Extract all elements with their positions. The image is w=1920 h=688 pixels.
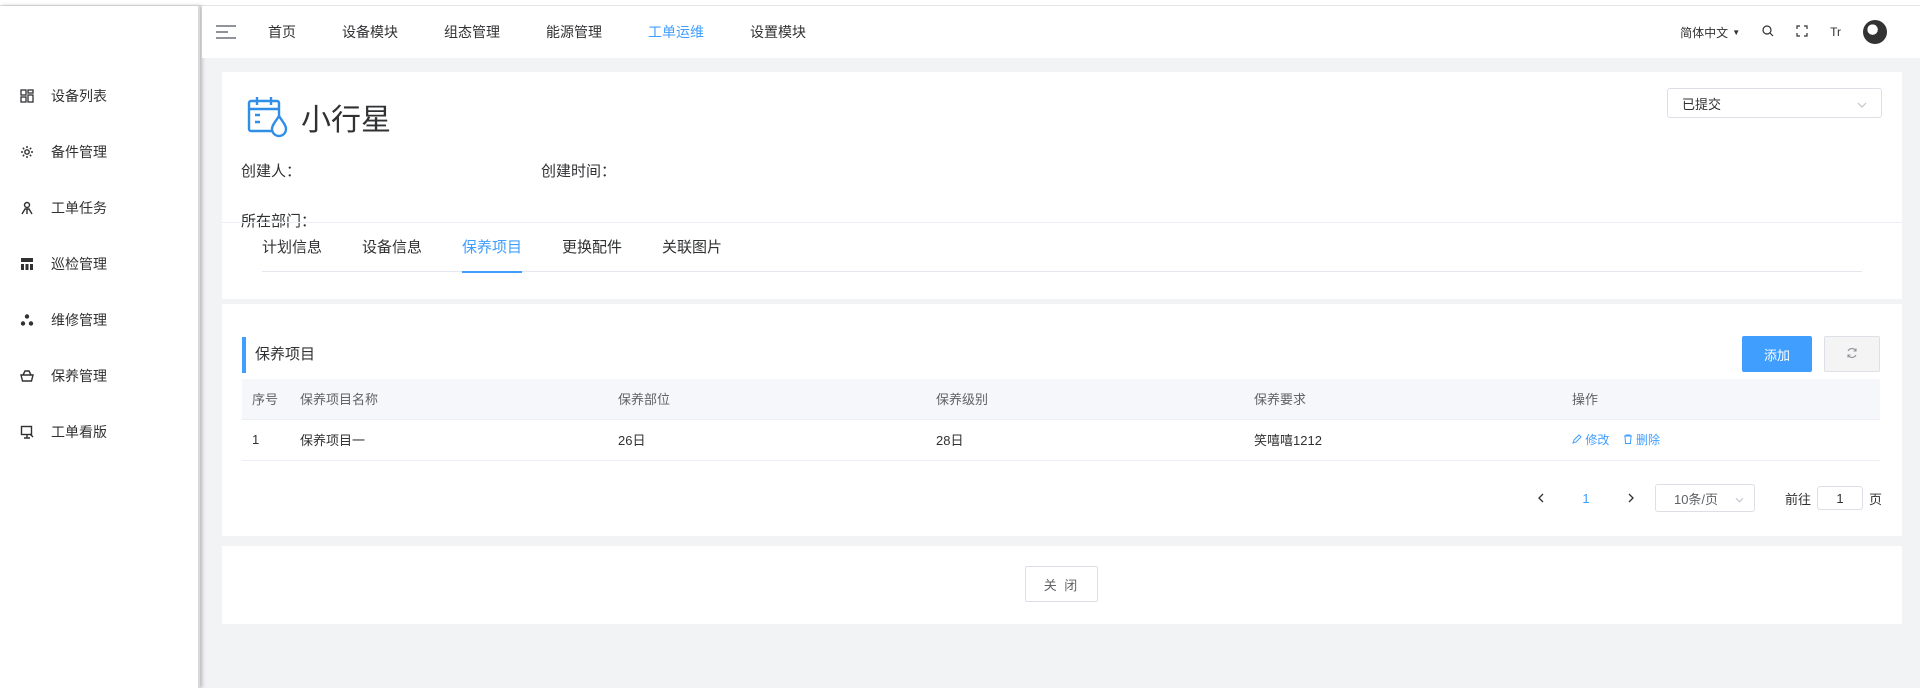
footer-card: 关 闭 [222, 546, 1902, 624]
title-row: 小行星 [245, 94, 391, 140]
edit-label: 修改 [1585, 433, 1610, 447]
column-header-part: 保养部位 [608, 379, 926, 420]
delete-link[interactable]: 删除 [1623, 433, 1660, 447]
close-button[interactable]: 关 闭 [1025, 566, 1098, 602]
maintenance-items-card: 保养项目 添加 序号 保养项目名称 保养部位 保养级别 保养要求 操作 1 保养… [222, 304, 1902, 536]
cell-actions: 修改 删除 [1562, 419, 1880, 461]
avatar[interactable] [1863, 20, 1887, 44]
page-suffix: 页 [1868, 491, 1882, 507]
tab-replacement-parts[interactable]: 更换配件 [562, 223, 622, 273]
tab-device-info[interactable]: 设备信息 [362, 223, 422, 273]
chevron-down-icon [1857, 96, 1867, 111]
sidebar-item-device-list[interactable]: 设备列表 [0, 68, 198, 124]
table-row: 1 保养项目一 26日 28日 笑嘻嘻1212 修改 删除 [242, 419, 1880, 461]
nav-item-operations[interactable]: 工单运维 [648, 22, 704, 42]
cell-level: 28日 [926, 419, 1244, 461]
nav-item-energy[interactable]: 能源管理 [546, 22, 602, 42]
sidebar-item-label: 巡检管理 [51, 256, 107, 272]
page-size-select[interactable]: 10条/页 [1654, 484, 1755, 512]
delete-label: 删除 [1636, 433, 1661, 447]
search-icon[interactable] [1762, 24, 1774, 40]
sidebar-menu: 设备列表 备件管理 工单任务 巡检管理 维修管理 保养管理 工单看版 [0, 68, 198, 460]
edit-icon [1572, 433, 1585, 447]
maintenance-items-table: 序号 保养项目名称 保养部位 保养级别 保养要求 操作 1 保养项目一 26日 … [242, 379, 1880, 461]
page-size-value: 10条/页 [1673, 491, 1719, 507]
column-header-name: 保养项目名称 [290, 379, 608, 420]
table-header-row: 序号 保养项目名称 保养部位 保养级别 保养要求 操作 [242, 379, 1880, 420]
calendar-drop-icon [245, 94, 291, 140]
order-header-card: 小行星 已提交 创建人： 创建时间： 所在部门： 计划信息 设备信息 保养项目 … [222, 72, 1902, 299]
caret-down-icon: ▼ [1732, 27, 1741, 37]
pagination: 1 10条/页 前往 页 [1527, 484, 1882, 512]
nodes-icon [19, 312, 35, 328]
sidebar-item-upkeep[interactable]: 保养管理 [0, 348, 198, 404]
tab-plan-info[interactable]: 计划信息 [262, 223, 322, 273]
goto-page-input[interactable] [1816, 486, 1863, 510]
column-header-level: 保养级别 [926, 379, 1244, 420]
menu-toggle-icon[interactable] [216, 25, 236, 39]
header-tools: 简体中文 ▼ Tr [1680, 6, 1887, 58]
nav-item-settings[interactable]: 设置模块 [750, 22, 806, 42]
tab-related-images[interactable]: 关联图片 [662, 223, 722, 273]
monitor-icon [19, 424, 35, 440]
main-content: 小行星 已提交 创建人： 创建时间： 所在部门： 计划信息 设备信息 保养项目 … [202, 58, 1920, 688]
fullscreen-icon[interactable] [1796, 24, 1808, 40]
sidebar-item-inspection[interactable]: 巡检管理 [0, 236, 198, 292]
chevron-down-icon [1735, 491, 1744, 506]
cell-name: 保养项目一 [290, 419, 608, 461]
column-header-requirement: 保养要求 [1244, 379, 1562, 420]
status-value: 已提交 [1682, 96, 1722, 112]
language-switcher[interactable]: 简体中文 ▼ [1680, 24, 1740, 41]
nav-item-home[interactable]: 首页 [268, 22, 296, 42]
worker-icon [19, 200, 35, 216]
creator-label: 创建人： [241, 163, 302, 180]
cell-part: 26日 [608, 419, 926, 461]
column-header-actions: 操作 [1562, 379, 1880, 420]
next-page-button[interactable] [1617, 491, 1645, 506]
page-title: 小行星 [301, 104, 391, 137]
edit-link[interactable]: 修改 [1572, 433, 1613, 447]
section-title: 保养项目 [242, 337, 315, 373]
sidebar-item-work-order-tasks[interactable]: 工单任务 [0, 180, 198, 236]
sidebar-item-spare-parts[interactable]: 备件管理 [0, 124, 198, 180]
gear-icon [19, 144, 35, 160]
sidebar-item-label: 工单任务 [51, 200, 107, 216]
sidebar-item-maintenance[interactable]: 维修管理 [0, 292, 198, 348]
sidebar-item-label: 工单看版 [51, 424, 107, 440]
column-header-index: 序号 [242, 379, 290, 420]
refresh-button[interactable] [1824, 336, 1880, 372]
prev-page-button[interactable] [1527, 491, 1555, 506]
nav-item-configuration[interactable]: 组态管理 [444, 22, 500, 42]
top-navigation: 首页 设备模块 组态管理 能源管理 工单运维 设置模块 简体中文 ▼ Tr [202, 6, 1920, 58]
nav-item-devices[interactable]: 设备模块 [342, 22, 398, 42]
sidebar: 设备列表 备件管理 工单任务 巡检管理 维修管理 保养管理 工单看版 [0, 6, 200, 688]
grid-icon [19, 88, 35, 104]
status-select[interactable]: 已提交 [1667, 88, 1882, 118]
basket-icon [19, 368, 35, 384]
refresh-icon [1846, 346, 1858, 362]
cell-index: 1 [242, 419, 290, 461]
cell-requirement: 笑嘻嘻1212 [1244, 419, 1562, 461]
sidebar-item-label: 设备列表 [51, 88, 107, 104]
sidebar-item-label: 保养管理 [51, 368, 107, 384]
sidebar-item-label: 维修管理 [51, 312, 107, 328]
font-size-icon[interactable]: Tr [1830, 25, 1841, 39]
goto-label: 前往 [1784, 491, 1811, 507]
trash-icon [1623, 433, 1636, 447]
add-button[interactable]: 添加 [1742, 336, 1812, 372]
page-number[interactable]: 1 [1555, 491, 1617, 506]
tab-maintenance-items[interactable]: 保养项目 [462, 223, 523, 273]
created-time-label: 创建时间： [541, 163, 617, 180]
hierarchy-icon [19, 256, 35, 272]
sidebar-item-label: 备件管理 [51, 144, 107, 160]
sidebar-item-work-order-board[interactable]: 工单看版 [0, 404, 198, 460]
language-label: 简体中文 [1680, 25, 1729, 40]
detail-tabs: 计划信息 设备信息 保养项目 更换配件 关联图片 [222, 222, 1902, 273]
